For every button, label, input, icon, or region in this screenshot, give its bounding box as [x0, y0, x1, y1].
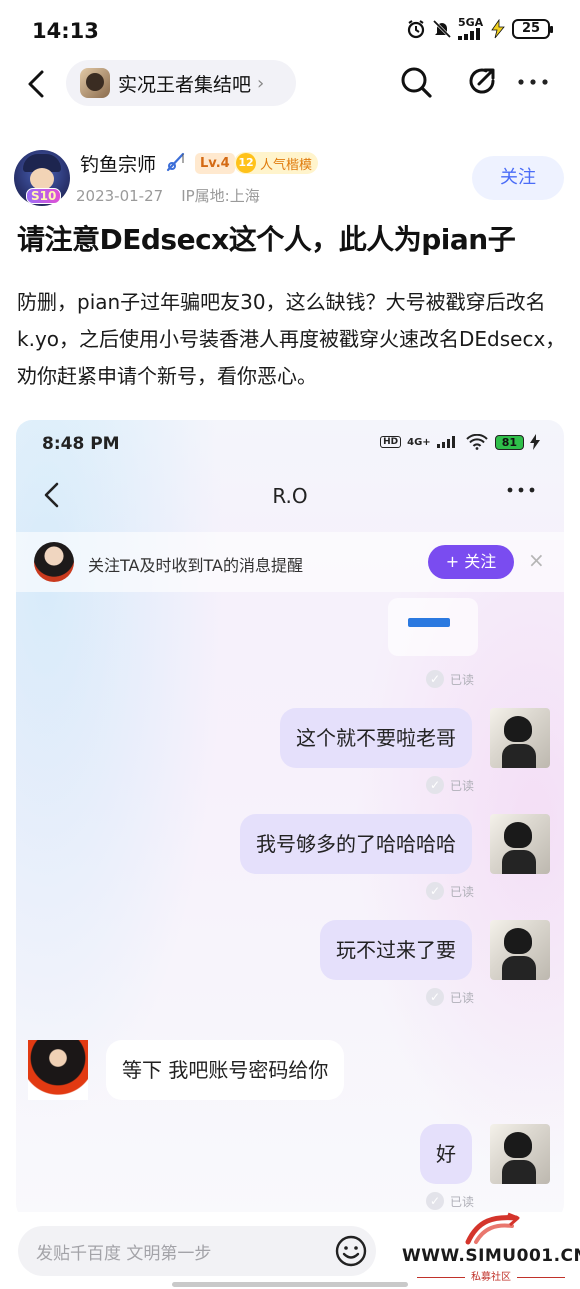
share-icon[interactable] — [465, 64, 499, 98]
post-meta: 2023-01-27 IP属地:上海 — [76, 185, 260, 206]
read-receipt: ✓ 已读 — [426, 882, 474, 900]
comment-bar: 发贴千百度 文明第一步 WWW.SIMU001.CN 私募社区 — [0, 1212, 580, 1289]
other-user-avatar[interactable] — [28, 1040, 88, 1100]
watermark: WWW.SIMU001.CN 私募社区 — [402, 1212, 580, 1289]
shot-status-icons: HD 4G+ 81 — [380, 434, 540, 450]
embedded-chat-screenshot[interactable]: 8:48 PM HD 4G+ 81 R.O 关注TA及时收到TA的消息提醒 + … — [16, 420, 564, 1220]
net-label: 4G+ — [407, 436, 431, 448]
shot-status-time: 8:48 PM — [42, 434, 120, 454]
message-bubble-out[interactable]: 玩不过来了要 — [320, 920, 472, 980]
message-bubble-out[interactable]: 我号够多的了哈哈哈哈 — [240, 814, 472, 874]
forum-link[interactable]: 实况王者集结吧 › — [66, 60, 296, 106]
alarm-icon — [407, 20, 425, 39]
chat-more-icon[interactable] — [506, 480, 536, 500]
forum-avatar — [80, 68, 110, 98]
message-bubble-in[interactable]: 等下 我吧账号密码给你 — [106, 1040, 345, 1100]
read-check-icon: ✓ — [426, 670, 444, 688]
read-label: 已读 — [450, 990, 475, 1005]
notice-text: 关注TA及时收到TA的消息提醒 — [88, 556, 303, 575]
watermark-logo — [465, 1212, 520, 1245]
post-body: 防删，pian子过年骗吧友30，这么缺钱？大号被戳穿后改名k.yo，之后使用小号… — [17, 290, 566, 388]
signal-icon — [458, 28, 480, 40]
watermark-url: WWW.SIMU001.CN — [402, 1246, 580, 1266]
read-label: 已读 — [450, 672, 475, 687]
author-name[interactable]: 钓鱼宗师 — [80, 150, 156, 177]
home-indicator[interactable] — [172, 1282, 408, 1287]
read-check-icon: ✓ — [426, 776, 444, 794]
level-badge: Lv.4 — [195, 153, 235, 174]
avatar-season-badge: S10 — [26, 188, 62, 204]
more-icon[interactable] — [515, 68, 551, 96]
read-receipt: ✓ 已读 — [426, 1192, 474, 1210]
close-icon[interactable]: × — [528, 548, 545, 572]
back-arrow-icon[interactable] — [20, 66, 56, 102]
search-icon[interactable] — [398, 64, 434, 100]
read-receipt: ✓ 已读 — [426, 670, 474, 688]
wifi-icon — [465, 434, 488, 450]
read-label: 已读 — [450, 1194, 475, 1209]
status-icons: 5GA 25 — [406, 16, 553, 40]
read-receipt: ✓ 已读 — [426, 776, 474, 794]
popularity-badge-label: 人气楷模 — [260, 157, 313, 173]
notice-avatar — [34, 542, 74, 582]
avatar-face — [30, 168, 54, 190]
my-avatar[interactable] — [490, 708, 550, 768]
chat-title: R.O — [272, 484, 308, 508]
status-time: 14:13 — [32, 19, 99, 43]
watermark-sub: 私募社区 — [402, 1268, 580, 1283]
my-avatar[interactable] — [490, 814, 550, 874]
mute-icon — [432, 19, 452, 39]
shared-card-thumb[interactable] — [388, 598, 478, 656]
post-ip: IP属地:上海 — [181, 187, 260, 205]
comment-input[interactable]: 发贴千百度 文明第一步 — [18, 1226, 376, 1276]
forum-name: 实况王者集结吧 — [118, 73, 252, 96]
popularity-badge-num: 12 — [236, 153, 256, 173]
hd-label: HD — [380, 436, 402, 448]
status-bar: 14:13 5GA 25 — [0, 0, 580, 62]
my-avatar[interactable] — [490, 1124, 550, 1184]
notice-follow-button[interactable]: + 关注 — [428, 545, 514, 579]
my-avatar[interactable] — [490, 920, 550, 980]
read-check-icon: ✓ — [426, 882, 444, 900]
read-check-icon: ✓ — [426, 1192, 444, 1210]
network-type: 5GA — [458, 16, 484, 40]
charging-icon — [491, 19, 505, 39]
shot-charging-icon — [530, 434, 540, 450]
popularity-badge: 12 人气楷模 — [234, 152, 319, 174]
read-receipt: ✓ 已读 — [426, 988, 474, 1006]
read-label: 已读 — [450, 778, 475, 793]
emoji-icon[interactable] — [334, 1234, 368, 1268]
follow-button[interactable]: 关注 — [472, 156, 564, 200]
network-label: 5GA — [458, 16, 484, 29]
battery-indicator: 25 — [512, 19, 553, 39]
comment-placeholder: 发贴千百度 文明第一步 — [36, 1244, 212, 1264]
fishing-rod-icon — [166, 152, 185, 172]
top-nav: 实况王者集结吧 › — [0, 58, 580, 110]
shot-battery: 81 — [494, 434, 524, 450]
read-label: 已读 — [450, 884, 475, 899]
read-check-icon: ✓ — [426, 988, 444, 1006]
post-date: 2023-01-27 — [76, 187, 164, 205]
message-bubble-out[interactable]: 这个就不要啦老哥 — [280, 708, 472, 768]
author-avatar[interactable]: S10 — [14, 150, 70, 206]
message-bubble-out[interactable]: 好 — [420, 1124, 472, 1184]
follow-notice-bar: 关注TA及时收到TA的消息提醒 + 关注 × — [16, 532, 564, 592]
chevron-right-icon: › — [257, 72, 265, 94]
shot-signal-icon — [436, 436, 455, 448]
post-title: 请注意DEdsecx这个人，此人为pian子 — [17, 223, 516, 256]
